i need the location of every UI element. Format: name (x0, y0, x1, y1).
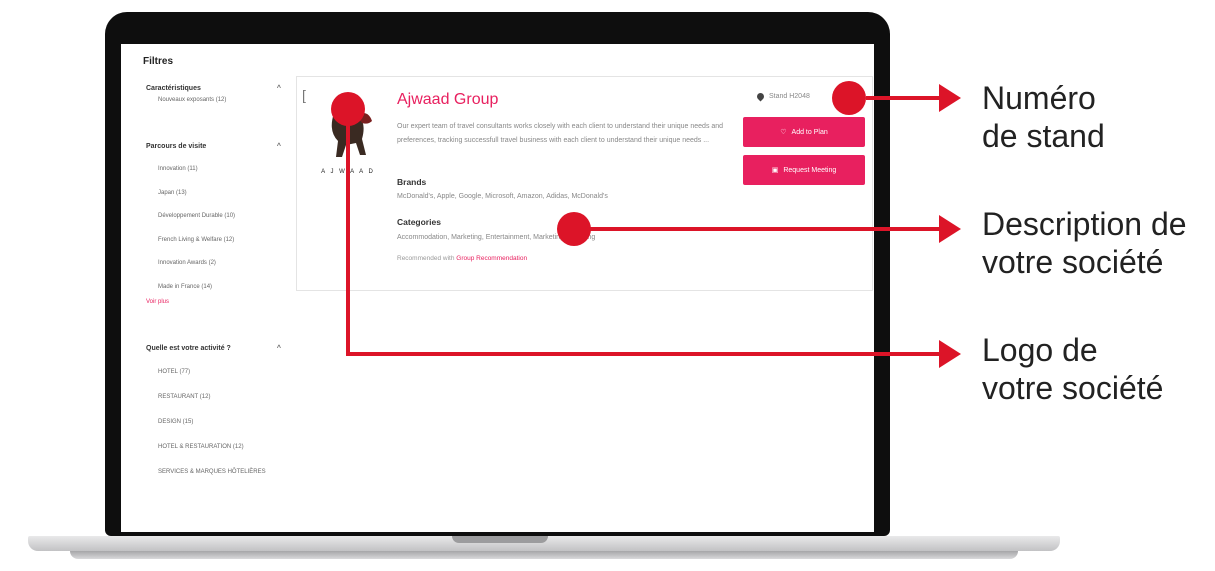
stand-marker-dot (832, 81, 866, 115)
laptop-base-shadow (70, 551, 1018, 559)
request-meeting-button[interactable]: ▣ Request Meeting (743, 155, 865, 185)
filter-group-header[interactable]: Parcours de visite ^ (146, 140, 281, 152)
annotation-logo-line2: votre société (982, 370, 1164, 406)
heart-icon: ♡ (780, 129, 787, 136)
filter-group-activite: Quelle est votre activité ? ^ HOTEL (77)… (146, 342, 281, 485)
filter-group-parcours: Parcours de visite ^ Innovation (11) Jap… (146, 140, 281, 306)
brands-title: Brands (397, 177, 427, 187)
recommendation-line: Recommended with Group Recommendation (397, 255, 527, 262)
filter-group-header[interactable]: Quelle est votre activité ? ^ (146, 342, 281, 354)
filter-option[interactable]: DESIGN (15) (146, 410, 281, 435)
filter-group-caracteristiques: Caractéristiques ^ Nouveaux exposants (1… (146, 82, 281, 106)
filter-option[interactable]: Innovation Awards (2) (146, 252, 281, 276)
filters-title: Filtres (143, 56, 174, 67)
logo-arrow-line (346, 352, 941, 356)
chevron-up-icon[interactable]: ^ (277, 143, 281, 150)
categories-title: Categories (397, 217, 441, 227)
filter-option[interactable]: SERVICES & MARQUES HÔTELIÈRES (146, 460, 281, 485)
bookmark-bracket-icon: [ (302, 87, 306, 103)
stand-arrow-head (939, 84, 961, 112)
exhibitor-card[interactable]: [ A J W A A D Ajwaad Group Our expert te… (296, 76, 873, 291)
stand-number: Stand H2048 (755, 91, 810, 102)
location-pin-icon (755, 91, 766, 102)
recommendation-link[interactable]: Group Recommendation (456, 255, 527, 262)
chevron-up-icon[interactable]: ^ (277, 85, 281, 92)
brands-list: McDonald's, Apple, Google, Microsoft, Am… (397, 193, 608, 200)
filter-option[interactable]: Made in France (14) (146, 276, 281, 300)
description-arrow-head (939, 215, 961, 243)
annotation-stand: Numéro de stand (982, 79, 1105, 155)
annotation-stand-line2: de stand (982, 118, 1105, 154)
filter-option[interactable]: French Living & Welfare (12) (146, 229, 281, 253)
filter-option[interactable]: Innovation (11) (146, 158, 281, 182)
company-description: Our expert team of travel consultants wo… (397, 123, 724, 144)
request-meeting-label: Request Meeting (783, 166, 837, 174)
filter-option[interactable]: RESTAURANT (12) (146, 385, 281, 410)
annotation-logo: Logo de votre société (982, 331, 1163, 407)
annotation-description-line1: Description de (982, 206, 1187, 242)
annotation-logo-line1: Logo de (982, 332, 1098, 368)
stand-label: Stand H2048 (769, 93, 810, 100)
filter-option[interactable]: Développement Durable (10) (146, 205, 281, 229)
annotation-description-line2: votre société (982, 244, 1164, 280)
filter-option[interactable]: Nouveaux exposants (12) (146, 94, 281, 106)
voir-plus-link[interactable]: Voir plus (146, 299, 281, 305)
add-to-plan-label: Add to Plan (791, 128, 828, 136)
annotation-stand-line1: Numéro (982, 80, 1096, 116)
filter-group-label: Quelle est votre activité ? (146, 344, 231, 352)
filter-group-header[interactable]: Caractéristiques ^ (146, 82, 281, 94)
filter-group-label: Caractéristiques (146, 84, 201, 92)
chevron-up-icon[interactable]: ^ (277, 345, 281, 352)
company-name[interactable]: Ajwaad Group (397, 91, 498, 109)
logo-arrow-head (939, 340, 961, 368)
laptop-screen: Filtres Caractéristiques ^ Nouveaux expo… (121, 44, 874, 532)
calendar-icon: ▣ (771, 167, 779, 174)
filter-option[interactable]: HOTEL (77) (146, 360, 281, 385)
description-marker-dot (557, 212, 591, 246)
laptop-notch (452, 536, 548, 543)
stand-arrow-line (866, 96, 941, 100)
filter-group-label: Parcours de visite (146, 142, 207, 150)
filter-option[interactable]: Japan (13) (146, 182, 281, 206)
filter-option[interactable]: HOTEL & RESTAURATION (12) (146, 435, 281, 460)
add-to-plan-button[interactable]: ♡ Add to Plan (743, 117, 865, 147)
annotation-description: Description de votre société (982, 205, 1187, 281)
recommendation-prefix: Recommended with (397, 255, 455, 262)
description-arrow-line (590, 227, 941, 231)
logo-arrow-vertical (346, 110, 350, 356)
